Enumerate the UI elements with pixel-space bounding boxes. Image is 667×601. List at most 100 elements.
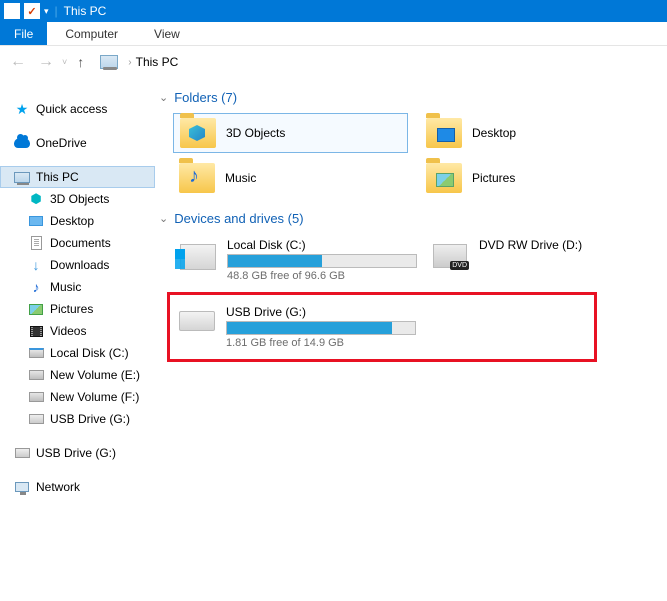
disk-icon	[28, 367, 44, 383]
download-icon: ↓	[28, 257, 44, 273]
sidebar-item-new-volume-e[interactable]: New Volume (E:)	[0, 364, 155, 386]
folder-label: Pictures	[472, 171, 515, 185]
content-pane: ⌄ Folders (7) 3D Objects Desktop Music P…	[155, 78, 667, 601]
chevron-down-icon: ⌄	[159, 212, 168, 225]
pc-icon	[14, 169, 30, 185]
folder-icon	[426, 163, 462, 193]
navigation-sidebar: ★ Quick access OneDrive This PC ⬢ 3D Obje…	[0, 78, 155, 601]
folder-tile-pictures[interactable]: Pictures	[420, 159, 655, 197]
up-button[interactable]: ↑	[71, 52, 90, 72]
folder-icon	[180, 118, 216, 148]
drive-free-text: 1.81 GB free of 14.9 GB	[226, 337, 586, 349]
file-tab[interactable]: File	[0, 22, 47, 45]
sidebar-item-this-pc[interactable]: This PC	[0, 166, 155, 188]
star-icon: ★	[14, 101, 30, 117]
group-header-devices[interactable]: ⌄ Devices and drives (5)	[159, 211, 655, 226]
sidebar-item-label: Quick access	[36, 102, 107, 116]
sidebar-item-quick-access[interactable]: ★ Quick access	[0, 98, 155, 120]
sidebar-item-downloads[interactable]: ↓ Downloads	[0, 254, 155, 276]
capacity-fill	[227, 322, 392, 334]
group-header-folders[interactable]: ⌄ Folders (7)	[159, 90, 655, 105]
sidebar-item-music[interactable]: ♪ Music	[0, 276, 155, 298]
sidebar-item-label: Music	[50, 280, 81, 294]
qat-properties-icon[interactable]: ✓	[24, 3, 40, 19]
qat-dropdown-icon[interactable]: ▾	[44, 6, 49, 17]
window-icon	[4, 3, 20, 19]
folder-label: Desktop	[472, 126, 516, 140]
sidebar-item-videos[interactable]: Videos	[0, 320, 155, 342]
group-title: Devices and drives (5)	[174, 211, 303, 226]
history-dropdown-icon[interactable]: ˅	[62, 57, 67, 67]
sidebar-item-label: Local Disk (C:)	[50, 346, 129, 360]
sidebar-item-network[interactable]: Network	[0, 476, 155, 498]
video-icon	[28, 323, 44, 339]
folder-label: Music	[225, 171, 256, 185]
group-title: Folders (7)	[174, 90, 237, 105]
capacity-bar	[226, 321, 416, 335]
dvd-icon	[431, 238, 469, 268]
this-pc-icon	[100, 55, 118, 69]
sidebar-item-pictures[interactable]: Pictures	[0, 298, 155, 320]
sidebar-item-label: This PC	[36, 170, 79, 184]
window-title: This PC	[64, 4, 107, 18]
network-icon	[14, 479, 30, 495]
sidebar-item-label: Desktop	[50, 214, 94, 228]
folder-icon	[426, 118, 462, 148]
folder-tile-music[interactable]: Music	[173, 159, 408, 197]
drive-tile-local-disk-c[interactable]: Local Disk (C:) 48.8 GB free of 96.6 GB	[173, 234, 413, 286]
capacity-fill	[228, 255, 322, 267]
drive-name: USB Drive (G:)	[226, 305, 586, 319]
drive-name: Local Disk (C:)	[227, 238, 417, 252]
sidebar-item-label: USB Drive (G:)	[36, 446, 116, 460]
sidebar-item-usb-drive-g[interactable]: USB Drive (G:)	[0, 408, 155, 430]
disk-icon	[28, 345, 44, 361]
highlight-annotation: USB Drive (G:) 1.81 GB free of 14.9 GB	[167, 292, 597, 362]
capacity-bar	[227, 254, 417, 268]
disk-icon	[28, 389, 44, 405]
sidebar-item-label: Downloads	[50, 258, 109, 272]
sidebar-item-label: USB Drive (G:)	[50, 412, 130, 426]
drive-tile-usb-g[interactable]: USB Drive (G:) 1.81 GB free of 14.9 GB	[172, 301, 592, 353]
desktop-icon	[28, 213, 44, 229]
onedrive-icon	[14, 135, 30, 151]
sidebar-item-local-disk-c[interactable]: Local Disk (C:)	[0, 342, 155, 364]
folder-icon	[179, 163, 215, 193]
usb-icon	[28, 411, 44, 427]
computer-tab[interactable]: Computer	[47, 22, 136, 45]
picture-icon	[28, 301, 44, 317]
usb-icon	[14, 445, 30, 461]
title-bar: ✓ ▾ | This PC	[0, 0, 667, 22]
sidebar-item-documents[interactable]: Documents	[0, 232, 155, 254]
usb-drive-icon	[178, 305, 216, 331]
cube-icon: ⬢	[28, 191, 44, 207]
document-icon	[28, 235, 44, 251]
drive-tile-dvd[interactable]: DVD RW Drive (D:)	[425, 234, 655, 286]
forward-button[interactable]: →	[34, 51, 58, 73]
folder-label: 3D Objects	[226, 126, 285, 140]
sidebar-item-label: OneDrive	[36, 136, 87, 150]
folder-tile-3d-objects[interactable]: 3D Objects	[173, 113, 408, 153]
breadcrumb-location[interactable]: This PC	[136, 55, 179, 69]
folder-tile-desktop[interactable]: Desktop	[420, 113, 655, 153]
drive-icon	[179, 238, 217, 270]
sidebar-item-label: 3D Objects	[50, 192, 109, 206]
sidebar-item-new-volume-f[interactable]: New Volume (F:)	[0, 386, 155, 408]
qat-separator: |	[55, 4, 58, 18]
chevron-down-icon: ⌄	[159, 91, 168, 104]
sidebar-item-desktop[interactable]: Desktop	[0, 210, 155, 232]
address-bar[interactable]: › This PC	[100, 55, 178, 69]
view-tab[interactable]: View	[136, 22, 198, 45]
sidebar-item-usb-drive[interactable]: USB Drive (G:)	[0, 442, 155, 464]
breadcrumb-separator: ›	[128, 57, 131, 68]
sidebar-item-label: New Volume (F:)	[50, 390, 139, 404]
sidebar-item-onedrive[interactable]: OneDrive	[0, 132, 155, 154]
nav-bar: ← → ˅ ↑ › This PC	[0, 46, 667, 78]
ribbon: File Computer View	[0, 22, 667, 46]
drive-free-text: 48.8 GB free of 96.6 GB	[227, 270, 417, 282]
drive-name: DVD RW Drive (D:)	[479, 238, 649, 252]
sidebar-item-3d-objects[interactable]: ⬢ 3D Objects	[0, 188, 155, 210]
sidebar-item-label: Network	[36, 480, 80, 494]
back-button[interactable]: ←	[6, 51, 30, 73]
music-icon: ♪	[28, 279, 44, 295]
sidebar-item-label: Pictures	[50, 302, 93, 316]
